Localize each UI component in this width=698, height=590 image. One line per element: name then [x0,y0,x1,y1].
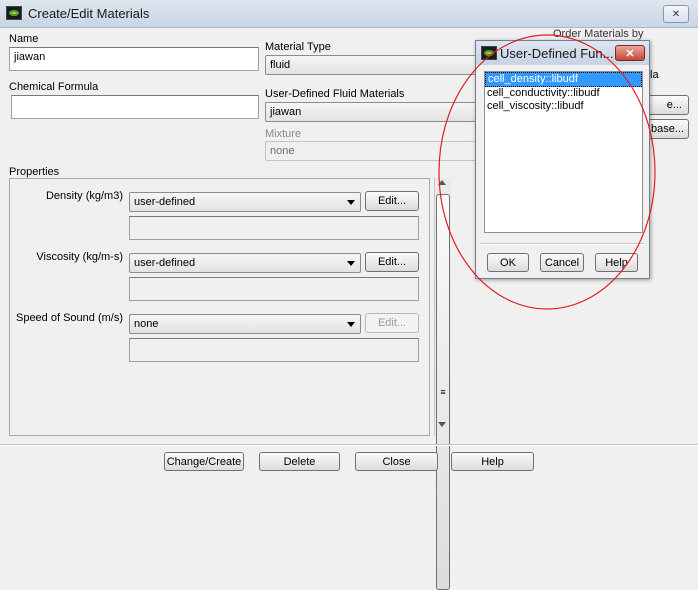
annotation-circle [438,34,656,310]
